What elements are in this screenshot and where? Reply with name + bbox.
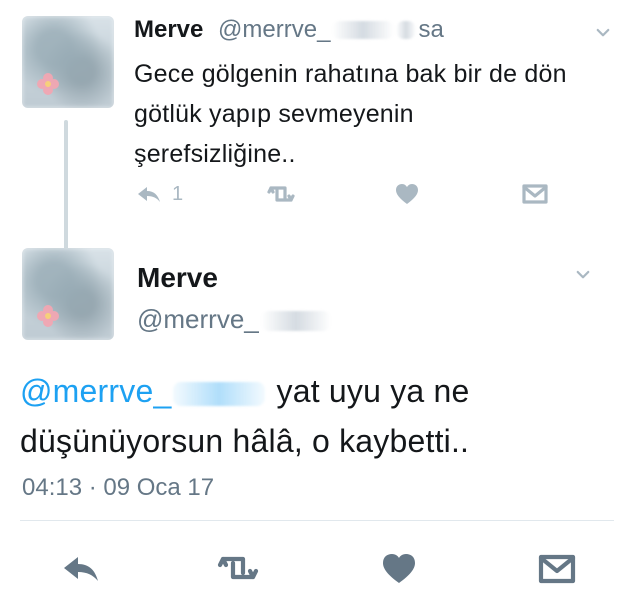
redacted-text bbox=[173, 382, 266, 406]
retweet-button[interactable] bbox=[213, 551, 263, 585]
like-button[interactable] bbox=[380, 551, 418, 585]
message-button[interactable] bbox=[521, 182, 549, 206]
tweet-text: @merrve_ yat uyu ya ne düşünüyorsun hâlâ… bbox=[20, 366, 620, 466]
reply-icon bbox=[64, 557, 98, 581]
chevron-down-icon bbox=[596, 28, 610, 37]
avatar[interactable] bbox=[22, 248, 114, 340]
heart-icon bbox=[396, 184, 418, 204]
tweet-options-button[interactable] bbox=[594, 24, 612, 47]
redacted-text bbox=[260, 311, 331, 331]
username-text: @merrve_ bbox=[137, 304, 259, 334]
mention-text: @merrve_ bbox=[20, 373, 172, 409]
username[interactable]: @merrve_ sa bbox=[218, 16, 444, 43]
username[interactable]: @merrve_ bbox=[137, 304, 333, 334]
username-text: @merrve_ bbox=[218, 16, 331, 43]
timestamp[interactable]: 04:13 · 09 Oca 17 bbox=[22, 474, 214, 502]
mention-link[interactable]: @merrve_ bbox=[20, 373, 267, 409]
display-name[interactable]: Merve bbox=[134, 16, 203, 43]
redacted-text bbox=[396, 21, 417, 39]
message-icon bbox=[538, 554, 576, 584]
flower-icon bbox=[37, 305, 59, 327]
avatar[interactable] bbox=[22, 16, 114, 108]
tweet-options-button[interactable] bbox=[574, 266, 592, 289]
heart-icon bbox=[383, 554, 415, 583]
like-button[interactable] bbox=[394, 182, 420, 206]
retweet-icon bbox=[267, 186, 295, 202]
message-button[interactable] bbox=[537, 551, 577, 585]
display-name[interactable]: Merve bbox=[137, 262, 218, 294]
reply-button[interactable] bbox=[60, 551, 100, 585]
flower-icon bbox=[37, 73, 59, 95]
message-icon bbox=[522, 184, 548, 204]
reply-button[interactable]: 1 bbox=[136, 182, 183, 206]
tweet-header: Merve @merrve_ sa bbox=[134, 16, 444, 44]
reply-count: 1 bbox=[172, 183, 184, 205]
thread-connector bbox=[64, 120, 68, 250]
retweet-icon bbox=[217, 556, 259, 580]
redacted-text bbox=[332, 21, 395, 39]
reply-icon bbox=[138, 187, 160, 202]
username-suffix: sa bbox=[418, 16, 444, 43]
divider bbox=[20, 520, 614, 521]
retweet-button[interactable] bbox=[264, 182, 298, 206]
chevron-down-icon bbox=[576, 270, 590, 279]
tweet-text: Gece gölgenin rahatına bak bir de dön gö… bbox=[134, 60, 567, 168]
